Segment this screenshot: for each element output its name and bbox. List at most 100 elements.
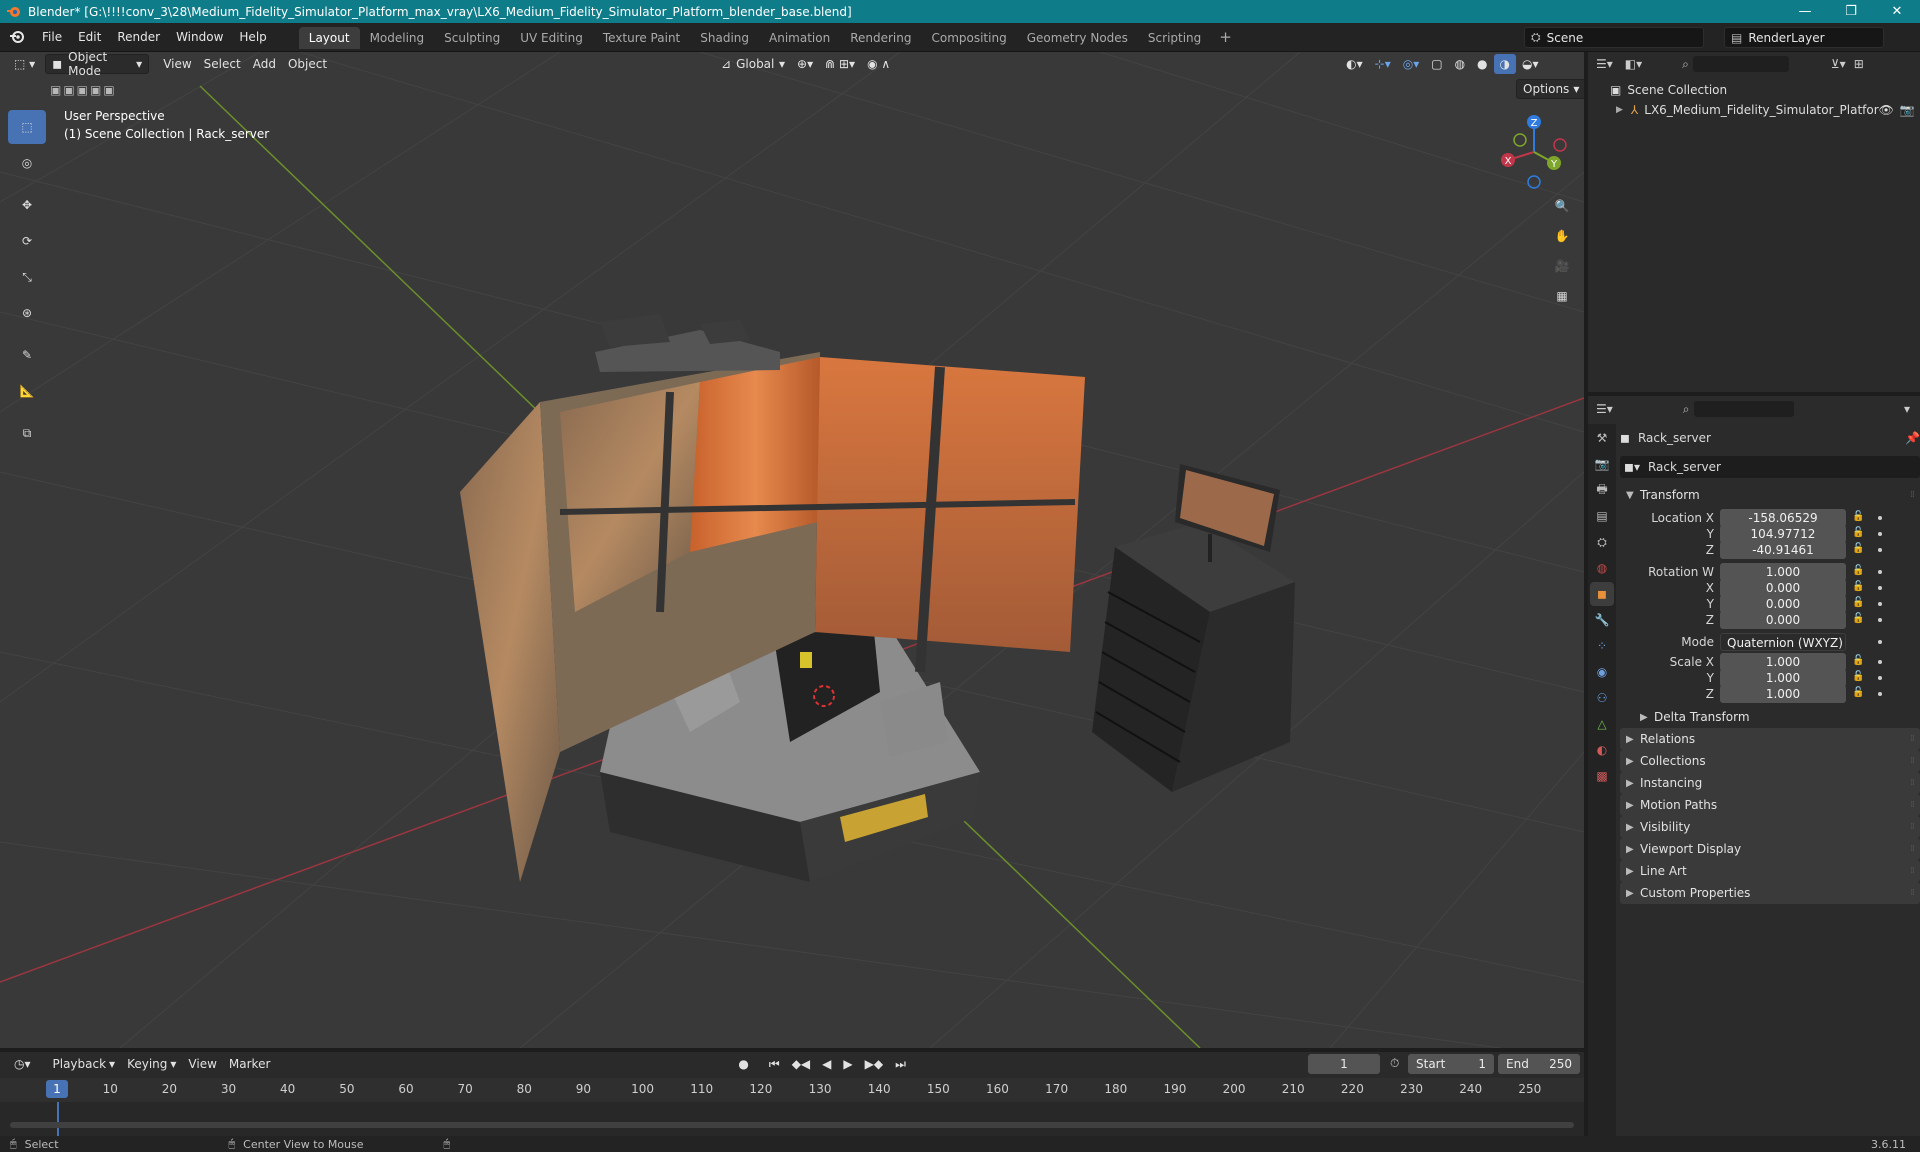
drag-handle-icon[interactable]: ⁞⁞ <box>1910 844 1915 854</box>
keyframe-dot-icon[interactable] <box>1878 570 1882 574</box>
xray-toggle-icon[interactable]: ▢ <box>1425 54 1448 74</box>
menu-render[interactable]: Render <box>109 23 168 52</box>
new-collection-icon[interactable]: ⊞ <box>1854 57 1864 71</box>
panel-visibility[interactable]: ▶ Visibility ⁞⁞ <box>1620 816 1920 838</box>
playhead-frame[interactable]: 1 <box>46 1080 68 1098</box>
scale-tool-icon[interactable]: ⤡ <box>8 260 46 294</box>
tab-rendering[interactable]: Rendering <box>840 27 921 49</box>
scene-tab-icon[interactable]: ⛭ <box>1590 530 1614 554</box>
annotate-tool-icon[interactable]: ✎ <box>8 338 46 372</box>
tab-sculpting[interactable]: Sculpting <box>434 27 510 49</box>
maximize-button[interactable]: ❐ <box>1828 0 1874 23</box>
gizmo-toggle-icon[interactable]: ⊹▾ <box>1369 54 1397 74</box>
move-tool-icon[interactable]: ✥ <box>8 188 46 222</box>
orientation-selector[interactable]: ⊿ Global ▾ <box>715 54 791 74</box>
tab-geometry-nodes[interactable]: Geometry Nodes <box>1017 27 1138 49</box>
tool-tab-icon[interactable]: ⚒ <box>1590 426 1614 450</box>
outliner-item[interactable]: ▶ ⅄ LX6_Medium_Fidelity_Simulator_Platfo… <box>1588 100 1920 120</box>
display-mode-icon[interactable]: ◧▾ <box>1625 57 1642 71</box>
menu-view[interactable]: View <box>157 54 197 74</box>
properties-search-field[interactable] <box>1693 401 1794 417</box>
render-tab-icon[interactable]: 📷 <box>1590 452 1614 476</box>
cursor-tool-icon[interactable]: ◎ <box>8 146 46 180</box>
view-layer-tab-icon[interactable]: ▤ <box>1590 504 1614 528</box>
jump-end-icon[interactable]: ⏭ <box>889 1054 912 1074</box>
drag-handle-icon[interactable]: ⁞⁞ <box>1910 866 1915 876</box>
timeline-track[interactable] <box>0 1102 1584 1136</box>
close-button[interactable]: ✕ <box>1874 0 1920 23</box>
record-icon[interactable]: ● <box>732 1054 754 1074</box>
navigation-gizmo[interactable]: Z X Y <box>1494 112 1574 192</box>
scale-z-field[interactable]: 1.000 <box>1720 685 1846 703</box>
add-workspace-button[interactable]: + <box>1211 28 1240 46</box>
timeline-editor-icon[interactable]: ◷▾ <box>8 1054 37 1074</box>
tab-modeling[interactable]: Modeling <box>360 27 435 49</box>
lock-icon[interactable]: 🔓 <box>1852 511 1866 525</box>
keyframe-dot-icon[interactable] <box>1878 692 1882 696</box>
menu-object[interactable]: Object <box>282 54 333 74</box>
solid-shading-icon[interactable]: ● <box>1471 54 1493 74</box>
tab-animation[interactable]: Animation <box>759 27 840 49</box>
transform-tool-icon[interactable]: ⊛ <box>8 296 46 330</box>
material-shading-icon[interactable]: ◑ <box>1493 54 1517 74</box>
rotation-z-field[interactable]: 0.000 <box>1720 611 1846 629</box>
object-tab-icon[interactable]: ◼ <box>1590 582 1614 606</box>
drag-handle-icon[interactable]: ⁞⁞ <box>1910 734 1915 744</box>
location-z-field[interactable]: -40.91461 <box>1720 541 1846 559</box>
perspective-toggle-icon[interactable]: ▦ <box>1548 282 1576 310</box>
stopwatch-icon[interactable]: ⏱ <box>1390 1056 1399 1071</box>
keyframe-dot-icon[interactable] <box>1878 586 1882 590</box>
keyframe-dot-icon[interactable] <box>1878 660 1882 664</box>
modifier-tab-icon[interactable]: 🔧 <box>1590 608 1614 632</box>
pivot-icon[interactable]: ⊕▾ <box>791 54 819 74</box>
outliner-search-field[interactable] <box>1692 56 1789 72</box>
wireframe-shading-icon[interactable]: ◍ <box>1449 54 1471 74</box>
minimize-button[interactable]: — <box>1782 0 1828 23</box>
panel-relations[interactable]: ▶ Relations ⁞⁞ <box>1620 728 1920 750</box>
camera-render-icon[interactable]: 📷 <box>1900 103 1915 117</box>
tab-layout[interactable]: Layout <box>298 27 360 49</box>
lock-icon[interactable]: 🔓 <box>1852 527 1866 541</box>
transform-panel-header[interactable]: ▼ Transform ⁞⁞ <box>1620 484 1920 506</box>
timeline-ruler[interactable]: 1 10 20 30 40 50 60 70 80 90 100 110 120 130 140 150 16… <box>0 1078 1584 1102</box>
playhead-line[interactable] <box>57 1102 59 1136</box>
lock-icon[interactable]: 🔓 <box>1852 687 1866 701</box>
select-box-modes[interactable]: ▣▣▣▣▣ <box>44 80 123 100</box>
pan-hand-icon[interactable]: ✋ <box>1548 222 1576 250</box>
add-cube-tool-icon[interactable]: ⧉ <box>8 416 46 450</box>
object-name-field[interactable]: ◼▾ Rack_server <box>1620 456 1920 478</box>
start-frame-field[interactable]: Start 1 <box>1408 1054 1494 1074</box>
menu-edit[interactable]: Edit <box>70 23 109 52</box>
lock-icon[interactable]: 🔓 <box>1852 597 1866 611</box>
particles-tab-icon[interactable]: ⁘ <box>1590 634 1614 658</box>
lock-icon[interactable]: 🔓 <box>1852 581 1866 595</box>
timeline-scrollbar[interactable] <box>10 1122 1574 1128</box>
options-button[interactable]: Options ▾ <box>1516 79 1584 99</box>
outliner-editor-icon[interactable]: ☰▾ <box>1596 57 1613 71</box>
pin-icon[interactable]: 📌 <box>1905 431 1920 445</box>
filter-icon[interactable]: ⊻▾ <box>1831 57 1846 71</box>
panel-line-art[interactable]: ▶ Line Art ⁞⁞ <box>1620 860 1920 882</box>
scene-selector[interactable]: ⛭ Scene <box>1524 27 1704 48</box>
chevron-down-icon[interactable]: ▾ <box>1904 402 1910 416</box>
tab-texture-paint[interactable]: Texture Paint <box>593 27 690 49</box>
rendered-shading-icon[interactable]: ◒▾ <box>1516 54 1545 74</box>
menu-select[interactable]: Select <box>198 54 247 74</box>
menu-playback[interactable]: Playback ▾ <box>47 1054 122 1074</box>
drag-handle-icon[interactable]: ⁞⁞ <box>1910 888 1915 898</box>
overlay-toggle-icon[interactable]: ◎▾ <box>1397 54 1426 74</box>
play-icon[interactable]: ▶ <box>837 1054 858 1074</box>
world-tab-icon[interactable]: ◍ <box>1590 556 1614 580</box>
keyframe-dot-icon[interactable] <box>1878 548 1882 552</box>
view-layer-selector[interactable]: ▤ RenderLayer <box>1724 27 1884 48</box>
drag-handle-icon[interactable]: ⁞⁞ <box>1910 822 1915 832</box>
zoom-icon[interactable]: 🔍 <box>1548 192 1576 220</box>
mode-selector[interactable]: ◼ Object Mode ▾ <box>45 52 150 78</box>
panel-collections[interactable]: ▶ Collections ⁞⁞ <box>1620 750 1920 772</box>
keyframe-dot-icon[interactable] <box>1878 602 1882 606</box>
material-tab-icon[interactable]: ◐ <box>1590 738 1614 762</box>
keyframe-dot-icon[interactable] <box>1878 516 1882 520</box>
keyframe-dot-icon[interactable] <box>1878 618 1882 622</box>
lock-icon[interactable]: 🔓 <box>1852 671 1866 685</box>
tab-uv-editing[interactable]: UV Editing <box>510 27 593 49</box>
